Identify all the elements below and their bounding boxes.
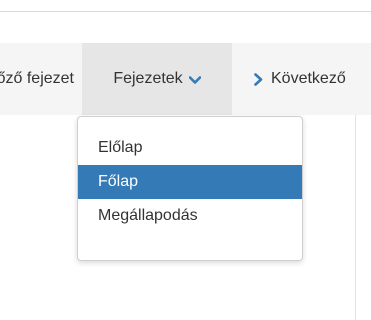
previous-chapter-button[interactable]: Előző fejezet xyxy=(0,43,82,115)
chapters-dropdown-toggle[interactable]: Fejezetek xyxy=(82,43,232,115)
menu-item-elolap[interactable]: Előlap xyxy=(78,131,302,165)
chapters-dropdown-menu: Előlap Főlap Megállapodás xyxy=(77,116,303,261)
next-chapter-label: Következő xyxy=(271,70,346,87)
menu-item-megallapodas[interactable]: Megállapodás xyxy=(78,199,302,233)
menu-item-folap[interactable]: Főlap xyxy=(78,165,302,199)
content-divider xyxy=(355,115,356,320)
previous-chapter-label: Előző fejezet xyxy=(0,70,74,87)
next-chapter-button[interactable]: Következő xyxy=(248,43,346,115)
chapter-navigation-bar: Előző fejezet Fejezetek Következő xyxy=(0,43,371,115)
chapters-dropdown-label: Fejezetek xyxy=(113,70,183,87)
chevron-right-icon xyxy=(254,72,263,86)
chevron-down-icon xyxy=(188,76,201,84)
top-divider xyxy=(0,11,371,12)
